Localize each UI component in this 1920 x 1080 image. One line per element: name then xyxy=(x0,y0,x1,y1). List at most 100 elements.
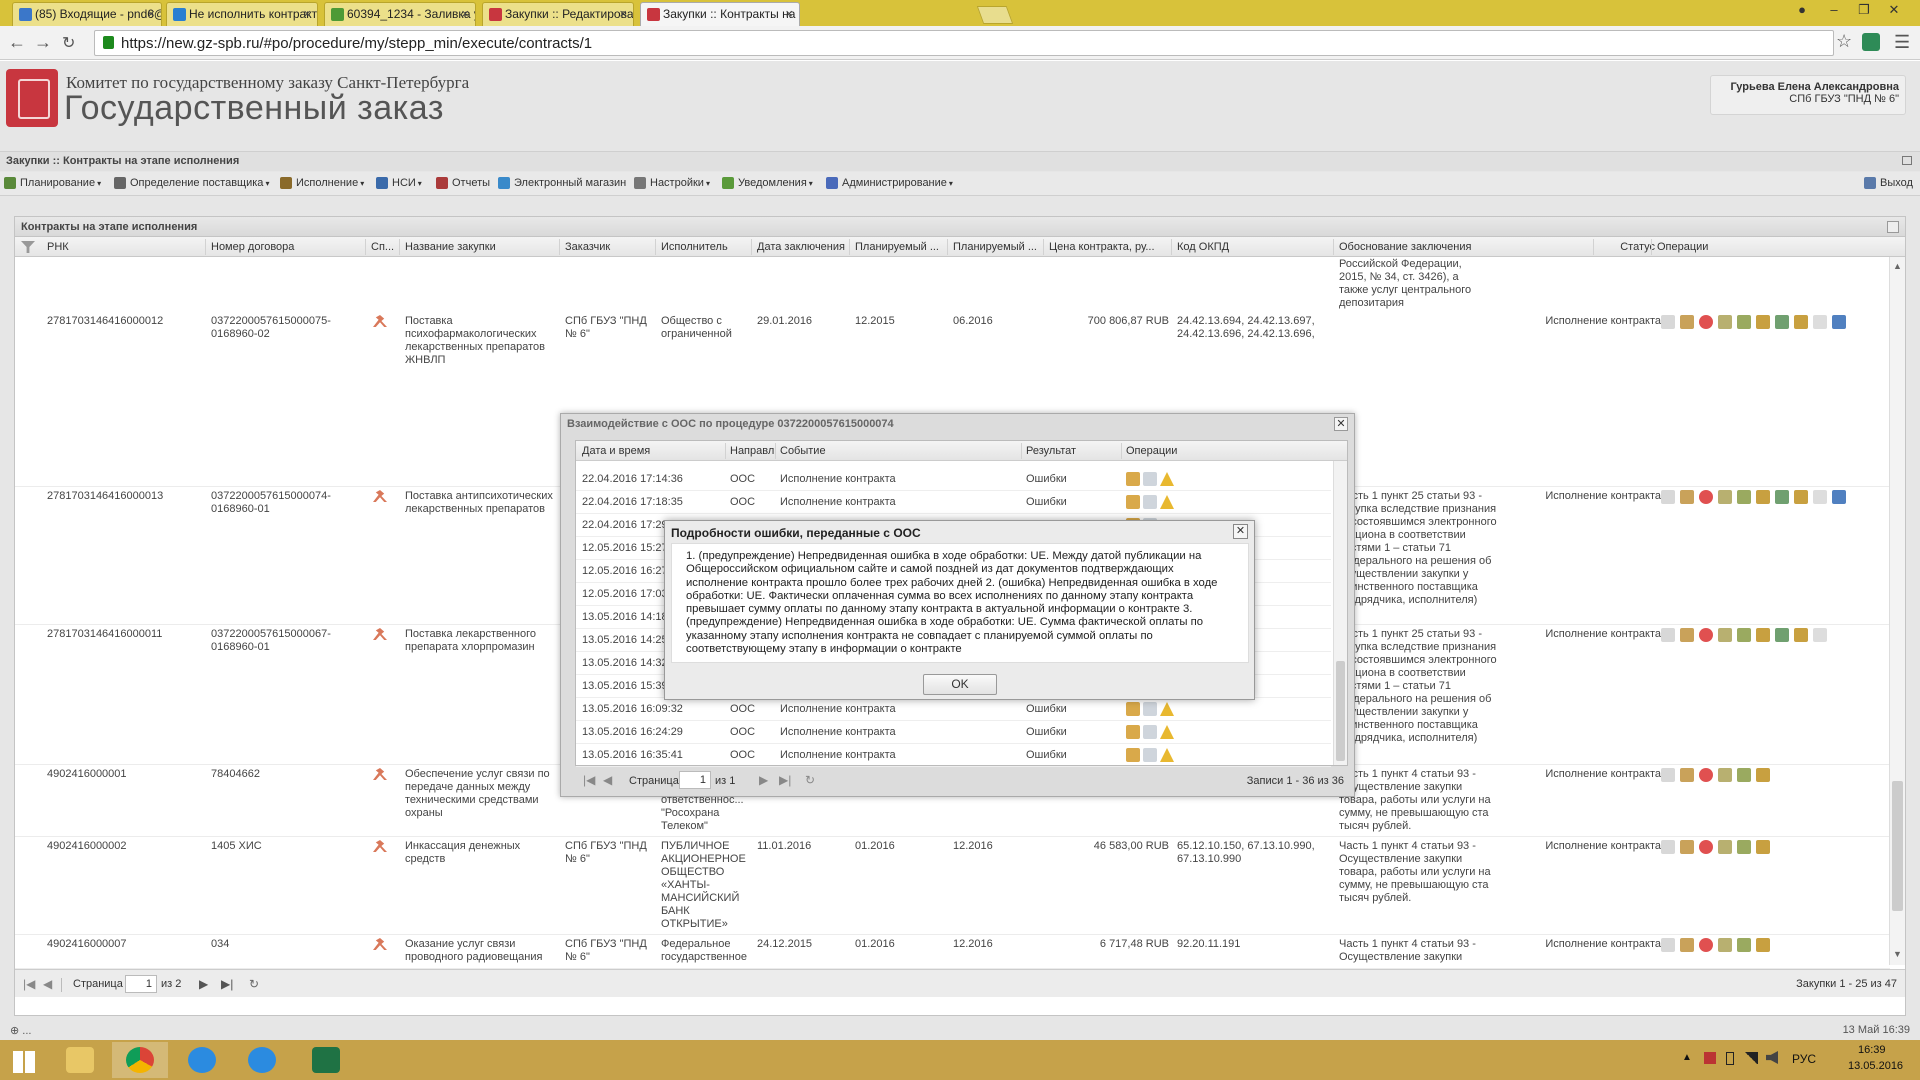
operation-icon[interactable] xyxy=(1718,315,1732,329)
refresh-icon[interactable]: ↻ xyxy=(249,977,259,991)
window-close-icon[interactable]: ✕ xyxy=(1880,0,1908,20)
operation-icon[interactable] xyxy=(1661,628,1675,642)
browser-tab[interactable]: Не исполнить контракт | × xyxy=(166,2,318,26)
column-header[interactable]: Направл... xyxy=(730,445,774,457)
operation-icon[interactable] xyxy=(1718,490,1732,504)
interaction-row[interactable]: 22.04.2016 17:18:35 ООС Исполнение контрак… xyxy=(576,491,1331,514)
operation-icon[interactable] xyxy=(1661,315,1675,329)
column-header[interactable]: Цена контракта, ру... xyxy=(1049,241,1169,253)
exit-button[interactable]: Выход xyxy=(1864,177,1913,189)
column-header[interactable]: Заказчик xyxy=(565,241,655,253)
first-page-icon[interactable]: |◀ xyxy=(23,977,35,991)
operation-icon[interactable] xyxy=(1737,938,1751,952)
interaction-scrollbar[interactable] xyxy=(1333,461,1347,765)
close-tab-icon[interactable]: × xyxy=(785,6,793,21)
column-header[interactable]: Название закупки xyxy=(405,241,555,253)
close-tab-icon[interactable]: × xyxy=(303,6,311,21)
operation-icon[interactable] xyxy=(1680,768,1694,782)
column-header[interactable]: Дата заключения xyxy=(757,241,853,253)
operation-icon[interactable] xyxy=(1813,490,1827,504)
close-tab-icon[interactable]: × xyxy=(461,6,469,21)
url-input[interactable]: https://new.gz-spb.ru/#po/procedure/my/s… xyxy=(94,30,1834,56)
clock-time[interactable]: 16:39 xyxy=(1858,1044,1886,1056)
menu-icon[interactable]: ☰ xyxy=(1894,32,1910,53)
operation-icon[interactable] xyxy=(1699,768,1713,782)
start-button[interactable] xyxy=(0,1042,48,1078)
browser-tab[interactable]: Закупки :: Редактирован × xyxy=(482,2,634,26)
scroll-down-icon[interactable]: ▼ xyxy=(1893,949,1902,959)
operation-icon[interactable] xyxy=(1699,840,1713,854)
column-header[interactable]: Операции xyxy=(1126,445,1196,457)
operation-icon[interactable] xyxy=(1794,315,1808,329)
minimize-icon[interactable]: – xyxy=(1820,0,1848,20)
package-icon[interactable] xyxy=(1126,472,1140,486)
package-icon[interactable] xyxy=(1126,495,1140,509)
operation-icon[interactable] xyxy=(1699,490,1713,504)
operation-icon[interactable] xyxy=(1756,490,1770,504)
interaction-row[interactable]: 13.05.2016 16:24:29 ООС Исполнение контрак… xyxy=(576,721,1331,744)
browser-tab[interactable]: 60394_1234 - Заливка уд × xyxy=(324,2,476,26)
back-icon[interactable]: ← xyxy=(8,32,26,53)
column-header[interactable]: Результат xyxy=(1026,445,1116,457)
ok-button[interactable]: OK xyxy=(923,674,997,695)
flag-icon[interactable] xyxy=(1704,1052,1716,1064)
taskbar-explorer[interactable] xyxy=(52,1042,108,1078)
operation-icon[interactable] xyxy=(1680,628,1694,642)
extension-icon[interactable] xyxy=(1862,33,1880,51)
column-header[interactable]: Номер договора xyxy=(211,241,361,253)
user-icon[interactable]: ● xyxy=(1788,0,1816,20)
column-header[interactable]: Планируемый ... xyxy=(855,241,949,253)
document-icon[interactable] xyxy=(1143,748,1157,762)
close-icon[interactable]: ✕ xyxy=(1233,524,1248,539)
warning-icon[interactable] xyxy=(1160,725,1174,739)
operation-icon[interactable] xyxy=(1661,490,1675,504)
next-page-icon[interactable]: ▶ xyxy=(199,977,208,991)
menu-7[interactable]: Настройки ▾ xyxy=(634,177,710,189)
scroll-up-icon[interactable]: ▲ xyxy=(1893,261,1902,271)
table-row[interactable]: 4902416000007 034 Оказание услуг связи про… xyxy=(15,935,1890,969)
interaction-row[interactable]: 13.05.2016 16:09:32 ООС Исполнение контрак… xyxy=(576,698,1331,721)
operation-icon[interactable] xyxy=(1699,938,1713,952)
new-tab-button[interactable] xyxy=(976,6,1014,24)
operation-icon[interactable] xyxy=(1775,490,1789,504)
operation-icon[interactable] xyxy=(1718,768,1732,782)
operation-icon[interactable] xyxy=(1661,938,1675,952)
operation-icon[interactable] xyxy=(1737,768,1751,782)
operation-icon[interactable] xyxy=(1737,315,1751,329)
network-icon[interactable] xyxy=(1744,1052,1758,1064)
operation-icon[interactable] xyxy=(1756,315,1770,329)
column-header[interactable]: Операции xyxy=(1657,241,1737,253)
column-header[interactable]: Код ОКПД xyxy=(1177,241,1337,253)
page-input[interactable]: 1 xyxy=(125,975,157,993)
menu-9[interactable]: Администрирование ▾ xyxy=(826,177,953,189)
operation-icon[interactable] xyxy=(1737,490,1751,504)
menu-4[interactable]: НСИ ▾ xyxy=(376,177,422,189)
column-header[interactable]: Обоснование заключения xyxy=(1339,241,1499,253)
menu-5[interactable]: Отчеты xyxy=(436,177,490,189)
operation-icon[interactable] xyxy=(1832,490,1846,504)
language-indicator[interactable]: РУС xyxy=(1792,1052,1816,1066)
document-icon[interactable] xyxy=(1143,702,1157,716)
user-box[interactable]: Гурьева Елена Александровна СПб ГБУЗ "ПН… xyxy=(1710,75,1906,115)
operation-icon[interactable] xyxy=(1718,840,1732,854)
interaction-row[interactable]: 13.05.2016 16:35:41 ООС Исполнение контрак… xyxy=(576,744,1331,767)
menu-2[interactable]: Определение поставщика ▾ xyxy=(114,177,269,189)
scroll-thumb[interactable] xyxy=(1892,781,1903,911)
column-header[interactable]: Событие xyxy=(780,445,1020,457)
operation-icon[interactable] xyxy=(1661,768,1675,782)
column-header[interactable]: Исполнитель xyxy=(661,241,751,253)
restore-icon[interactable]: ❐ xyxy=(1850,0,1878,20)
column-header[interactable]: Сп... xyxy=(371,241,401,253)
last-page-icon[interactable]: ▶| xyxy=(779,773,791,787)
volume-icon[interactable] xyxy=(1766,1051,1778,1064)
star-icon[interactable]: ☆ xyxy=(1836,31,1852,52)
operation-icon[interactable] xyxy=(1680,840,1694,854)
prev-page-icon[interactable]: ◀ xyxy=(43,977,52,991)
close-tab-icon[interactable]: × xyxy=(619,6,627,21)
operation-icon[interactable] xyxy=(1756,628,1770,642)
tray-arrow-icon[interactable]: ▲ xyxy=(1682,1052,1692,1063)
refresh-icon[interactable]: ↻ xyxy=(805,773,815,787)
document-icon[interactable] xyxy=(1143,725,1157,739)
warning-icon[interactable] xyxy=(1160,702,1174,716)
operation-icon[interactable] xyxy=(1813,628,1827,642)
